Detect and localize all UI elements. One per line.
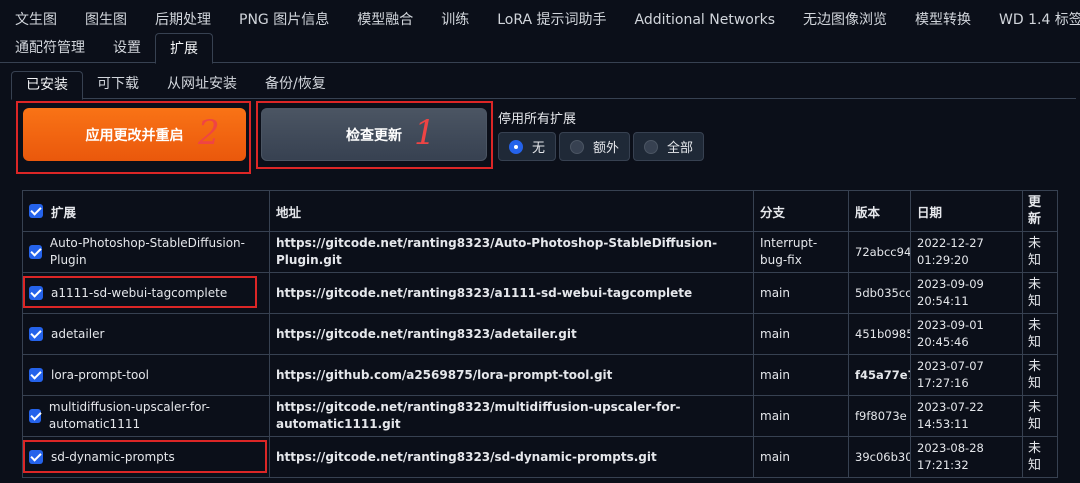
tab-settings[interactable]: 设置 <box>99 33 155 63</box>
extension-branch: main <box>753 395 849 437</box>
tab-checkpoint-merger[interactable]: 模型融合 <box>343 5 427 35</box>
column-header-extension: 扩展 <box>22 190 270 232</box>
tab-png-info[interactable]: PNG 图片信息 <box>225 5 343 35</box>
extension-enabled-checkbox[interactable] <box>29 245 42 259</box>
tab-lora-prompt-helper[interactable]: LoRA 提示词助手 <box>483 5 620 35</box>
annotation-box-tagcomplete <box>23 276 257 308</box>
column-header-url: 地址 <box>269 190 754 232</box>
extension-update-status: 未知 <box>1022 231 1058 273</box>
extension-url: https://github.com/a2569875/lora-prompt-… <box>269 354 754 396</box>
radio-selected-icon <box>509 139 523 154</box>
column-header-date: 日期 <box>910 190 1023 232</box>
radio-option-label: 无 <box>532 141 546 156</box>
extension-update-status: 未知 <box>1022 313 1058 355</box>
annotation-number-one: 1 <box>414 113 436 153</box>
disable-all-extensions-label: 停用所有扩展 <box>498 112 577 127</box>
extension-update-status: 未知 <box>1022 272 1058 314</box>
table-row: adetailer https://gitcode.net/ranting832… <box>22 313 1058 355</box>
extension-name: adetailer <box>51 326 105 341</box>
tab-infinite-image-browsing[interactable]: 无边图像浏览 <box>789 5 901 35</box>
tab-extensions[interactable]: 扩展 <box>155 33 213 64</box>
extension-url: https://gitcode.net/ranting8323/adetaile… <box>269 313 754 355</box>
extension-url: https://gitcode.net/ranting8323/sd-dynam… <box>269 436 754 478</box>
tab-installed[interactable]: 已安装 <box>11 71 83 100</box>
extension-url: https://gitcode.net/ranting8323/multidif… <box>269 395 754 437</box>
extension-date: 2023-07-07 17:27:16 <box>910 354 1023 396</box>
extension-name: multidiffusion-upscaler-for-automatic111… <box>48 400 210 431</box>
table-row: lora-prompt-tool https://github.com/a256… <box>22 354 1058 396</box>
select-all-checkbox[interactable] <box>29 204 43 218</box>
extension-update-status: 未知 <box>1022 395 1058 437</box>
extension-version: 39c06b30 <box>848 436 911 478</box>
extension-branch: main <box>753 313 849 355</box>
radio-option-none[interactable]: 无 <box>498 132 557 161</box>
extension-branch: main <box>753 272 849 314</box>
extension-name: lora-prompt-tool <box>51 367 149 382</box>
extension-date: 2023-08-28 17:21:32 <box>910 436 1023 478</box>
extension-version: f9f8073e <box>848 395 911 437</box>
tab-additional-networks[interactable]: Additional Networks <box>621 5 789 35</box>
radio-unselected-icon <box>644 139 659 154</box>
column-header-update: 更新 <box>1022 190 1058 232</box>
tab-extras[interactable]: 后期处理 <box>141 5 225 35</box>
extension-date: 2023-09-01 20:45:46 <box>910 313 1023 355</box>
extension-branch: Interrupt-bug-fix <box>753 231 849 273</box>
radio-option-label: 全部 <box>667 141 694 156</box>
main-tab-row-2: 通配符管理 设置 扩展 <box>0 32 213 64</box>
tab-img2img[interactable]: 图生图 <box>71 5 141 35</box>
column-header-version: 版本 <box>848 190 911 232</box>
extension-date: 2022-12-27 01:29:20 <box>910 231 1023 273</box>
disable-extensions-radio-group: 无 额外 全部 <box>498 132 707 161</box>
column-header-branch: 分支 <box>753 190 849 232</box>
tab-backup-restore[interactable]: 备份/恢复 <box>251 71 340 98</box>
extension-url: https://gitcode.net/ranting8323/a1111-sd… <box>269 272 754 314</box>
tab-wd14-tagger[interactable]: WD 1.4 标签器 <box>985 5 1080 35</box>
tab-available[interactable]: 可下载 <box>83 71 153 98</box>
extension-version: f45a77e7 <box>848 354 911 396</box>
radio-option-label: 额外 <box>593 141 620 156</box>
table-header-row: 扩展 地址 分支 版本 日期 更新 <box>22 190 1058 232</box>
annotation-box-dynamic-prompts <box>23 440 267 473</box>
extension-update-status: 未知 <box>1022 436 1058 478</box>
extension-enabled-checkbox[interactable] <box>29 327 43 341</box>
extension-update-status: 未知 <box>1022 354 1058 396</box>
table-row: Auto-Photoshop-StableDiffusion-Plugin ht… <box>22 231 1058 273</box>
radio-unselected-icon <box>570 139 585 154</box>
extension-version: 451b0985 <box>848 313 911 355</box>
annotation-box-check <box>256 101 493 169</box>
extension-version: 5db035cc <box>848 272 911 314</box>
table-row: multidiffusion-upscaler-for-automatic111… <box>22 395 1058 437</box>
extension-date: 2023-07-22 14:53:11 <box>910 395 1023 437</box>
extension-url: https://gitcode.net/ranting8323/Auto-Pho… <box>269 231 754 273</box>
extension-branch: main <box>753 436 849 478</box>
annotation-number-two: 2 <box>198 113 220 153</box>
tab-wildcards-manager[interactable]: 通配符管理 <box>0 33 99 63</box>
extension-enabled-checkbox[interactable] <box>29 409 41 423</box>
tab-train[interactable]: 训练 <box>427 5 483 35</box>
installed-extensions-table: 扩展 地址 分支 版本 日期 更新 Auto-Photoshop-StableD… <box>22 190 1058 478</box>
extension-enabled-checkbox[interactable] <box>29 368 43 382</box>
radio-option-all[interactable]: 全部 <box>633 132 705 161</box>
tab-install-from-url[interactable]: 从网址安装 <box>153 71 251 98</box>
extension-name: Auto-Photoshop-StableDiffusion-Plugin <box>49 236 245 267</box>
extensions-sub-tab-bar: 已安装 可下载 从网址安装 备份/恢复 <box>11 71 1076 100</box>
tab-txt2img[interactable]: 文生图 <box>0 5 71 35</box>
main-tab-bar: 文生图 图生图 后期处理 PNG 图片信息 模型融合 训练 LoRA 提示词助手… <box>0 0 1080 64</box>
extension-version: 72abcc94 <box>848 231 911 273</box>
extension-branch: main <box>753 354 849 396</box>
tab-model-converter[interactable]: 模型转换 <box>901 5 985 35</box>
radio-option-extra[interactable]: 额外 <box>559 132 631 161</box>
extension-date: 2023-09-09 20:54:11 <box>910 272 1023 314</box>
